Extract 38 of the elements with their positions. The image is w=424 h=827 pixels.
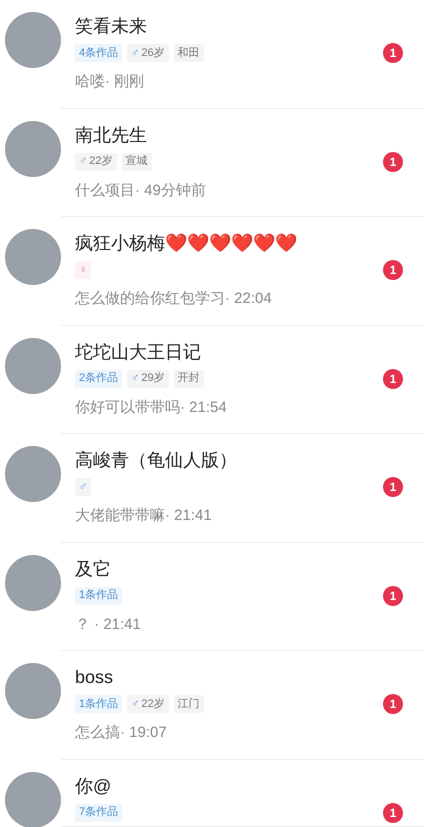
- contact-name: 高峻青（龟仙人版）: [75, 449, 238, 472]
- unread-badge: 1: [383, 694, 403, 714]
- contact-name: boss: [75, 666, 114, 689]
- gender-age-tag: ♂ 29岁: [127, 370, 169, 388]
- contact-name: 南北先生: [75, 124, 148, 146]
- unread-badge: 1: [383, 43, 403, 63]
- message-preview: 哈喽· 刚刚: [75, 72, 146, 92]
- gender-age-tag: ♂ 22岁: [75, 152, 116, 170]
- city-tag: 和田: [174, 44, 204, 62]
- message-preview: 你好可以带带吗· 21:54: [75, 398, 228, 418]
- unread-badge: 1: [383, 802, 403, 822]
- unread-badge: 1: [383, 368, 403, 388]
- message-preview: 什么项目· 49分钟前: [75, 180, 207, 200]
- contact-name: 笑看未来: [75, 15, 148, 38]
- works-count-tag: 7条作品: [75, 804, 122, 822]
- unread-badge: 1: [383, 477, 403, 497]
- unread-badge: 1: [383, 586, 403, 606]
- works-count-tag: 1条作品: [75, 695, 122, 713]
- unread-badge: 1: [383, 152, 403, 172]
- contact-name: 你@: [75, 774, 112, 798]
- works-count-tag: 1条作品: [75, 586, 122, 604]
- unread-badge: 1: [383, 260, 403, 280]
- contact-name: 坨坨山大王日记: [75, 340, 202, 364]
- works-count-tag: 2条作品: [75, 370, 122, 388]
- city-tag: 江门: [174, 695, 204, 713]
- gender-age-tag: ♂ 26岁: [127, 44, 169, 62]
- gender-age-tag: ♂: [75, 478, 92, 496]
- city-tag: 开封: [174, 370, 204, 388]
- message-preview: 怎么搞· 19:07: [75, 723, 168, 743]
- contact-name: 疯狂小杨梅❤❤❤❤❤❤: [75, 232, 298, 255]
- gender-tag: ♀: [75, 261, 92, 279]
- city-tag: 宣城: [122, 152, 152, 170]
- message-preview: 大佬能带带嘛· 21:41: [75, 506, 213, 526]
- contact-name: 及它: [75, 558, 112, 580]
- message-preview: 怎么做的给你红包学习· 22:04: [75, 289, 273, 309]
- message-preview: ？ · 21:41: [75, 614, 142, 634]
- works-count-tag: 4条作品: [75, 44, 122, 62]
- gender-age-tag: ♂ 22岁: [127, 695, 169, 713]
